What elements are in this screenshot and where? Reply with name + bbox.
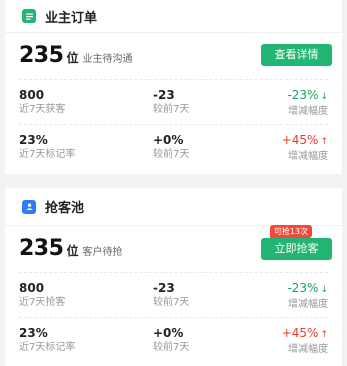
stat-grabbed: 800 近7天抢客	[19, 281, 65, 310]
view-details-button[interactable]: 查看详情	[261, 44, 332, 66]
stat-label: 较前7天	[153, 104, 190, 115]
stat-label: 增减幅度	[288, 344, 328, 355]
stat-compare: +0% 较前7天	[153, 326, 189, 355]
stat-value: -23	[153, 88, 175, 102]
owner-count-desc: 业主待沟通	[82, 54, 133, 65]
stat-label: 增减幅度	[288, 106, 328, 117]
list-icon	[22, 9, 36, 23]
pool-count-unit: 位	[66, 244, 79, 258]
stat-label: 较前7天	[153, 297, 190, 308]
stat-value: 23%	[19, 326, 48, 340]
grab-pool-header: 抢客池	[5, 188, 342, 226]
stat-acquired: 800 近7天获客	[19, 88, 65, 117]
stat-value: 23%	[19, 133, 48, 147]
arrow-down-icon: ↓	[320, 285, 328, 295]
stat-label: 增减幅度	[288, 151, 328, 162]
stat-label: 较前7天	[153, 149, 190, 160]
stat-label: 近7天标记率	[19, 342, 76, 353]
stat-value: +45% ↑	[281, 133, 328, 147]
stat-label: 近7天标记率	[19, 149, 76, 160]
grab-remaining-badge: 可抢13次	[269, 225, 312, 238]
owner-orders-card: 业主订单 235 位 业主待沟通 查看详情 800 近7天获客 -23 较前7天…	[5, 0, 342, 174]
arrow-down-icon: ↓	[320, 92, 328, 102]
stat-value: +45% ↑	[281, 326, 328, 340]
pool-stats-row-1: 800 近7天抢客 -23 较前7天 -23% ↓ 增减幅度	[5, 273, 342, 317]
stat-change: -23% ↓ 增减幅度	[287, 281, 328, 312]
owner-stats-row-2: 23% 近7天标记率 +0% 较前7天 +45% ↑ 增减幅度	[5, 125, 342, 169]
pool-count-number: 235	[19, 236, 64, 261]
stat-label: 较前7天	[153, 342, 190, 353]
owner-orders-title: 业主订单	[45, 10, 98, 26]
pool-count-desc: 客户待抢	[82, 247, 123, 258]
arrow-up-icon: ↑	[320, 330, 328, 340]
stat-value: +0%	[153, 133, 184, 147]
stat-label: 近7天获客	[19, 104, 66, 115]
grab-pool-title: 抢客池	[45, 201, 85, 216]
stat-mark-rate: 23% 近7天标记率	[19, 133, 75, 162]
owner-count: 235 位 业主待沟通	[19, 43, 132, 68]
owner-count-unit: 位	[66, 51, 79, 65]
stat-value: 800	[19, 88, 45, 102]
stat-value: -23	[153, 281, 175, 295]
stat-label: 增减幅度	[288, 299, 328, 310]
stat-change: +45% ↑ 增减幅度	[282, 326, 328, 357]
owner-orders-summary: 235 位 业主待沟通 查看详情	[5, 33, 342, 79]
stat-value: -23% ↓	[287, 281, 328, 295]
stat-compare: -23 较前7天	[153, 88, 189, 117]
stat-value: -23% ↓	[287, 88, 328, 102]
contact-card-icon	[22, 199, 36, 214]
owner-orders-header: 业主订单	[5, 0, 342, 33]
stat-mark-rate: 23% 近7天标记率	[19, 326, 75, 355]
grab-now-button[interactable]: 立即抢客	[261, 238, 332, 260]
stat-compare: +0% 较前7天	[153, 133, 189, 162]
stat-value: 800	[19, 281, 45, 295]
stat-change: -23% ↓ 增减幅度	[287, 88, 328, 119]
grab-pool-card: 抢客池 235 位 客户待抢 可抢13次 立即抢客 800 近7天抢客 -23 …	[5, 188, 342, 366]
grab-pool-summary: 235 位 客户待抢 可抢13次 立即抢客	[5, 225, 342, 272]
owner-count-number: 235	[19, 43, 64, 68]
stat-value: +0%	[153, 326, 184, 340]
stat-label: 近7天抢客	[19, 297, 66, 308]
stat-compare: -23 较前7天	[153, 281, 189, 310]
owner-stats-row-1: 800 近7天获客 -23 较前7天 -23% ↓ 增减幅度	[5, 80, 342, 124]
stat-change: +45% ↑ 增减幅度	[282, 133, 328, 164]
arrow-up-icon: ↑	[320, 137, 328, 147]
pool-stats-row-2: 23% 近7天标记率 +0% 较前7天 +45% ↑ 增减幅度	[5, 318, 342, 362]
pool-count: 235 位 客户待抢	[19, 236, 122, 261]
